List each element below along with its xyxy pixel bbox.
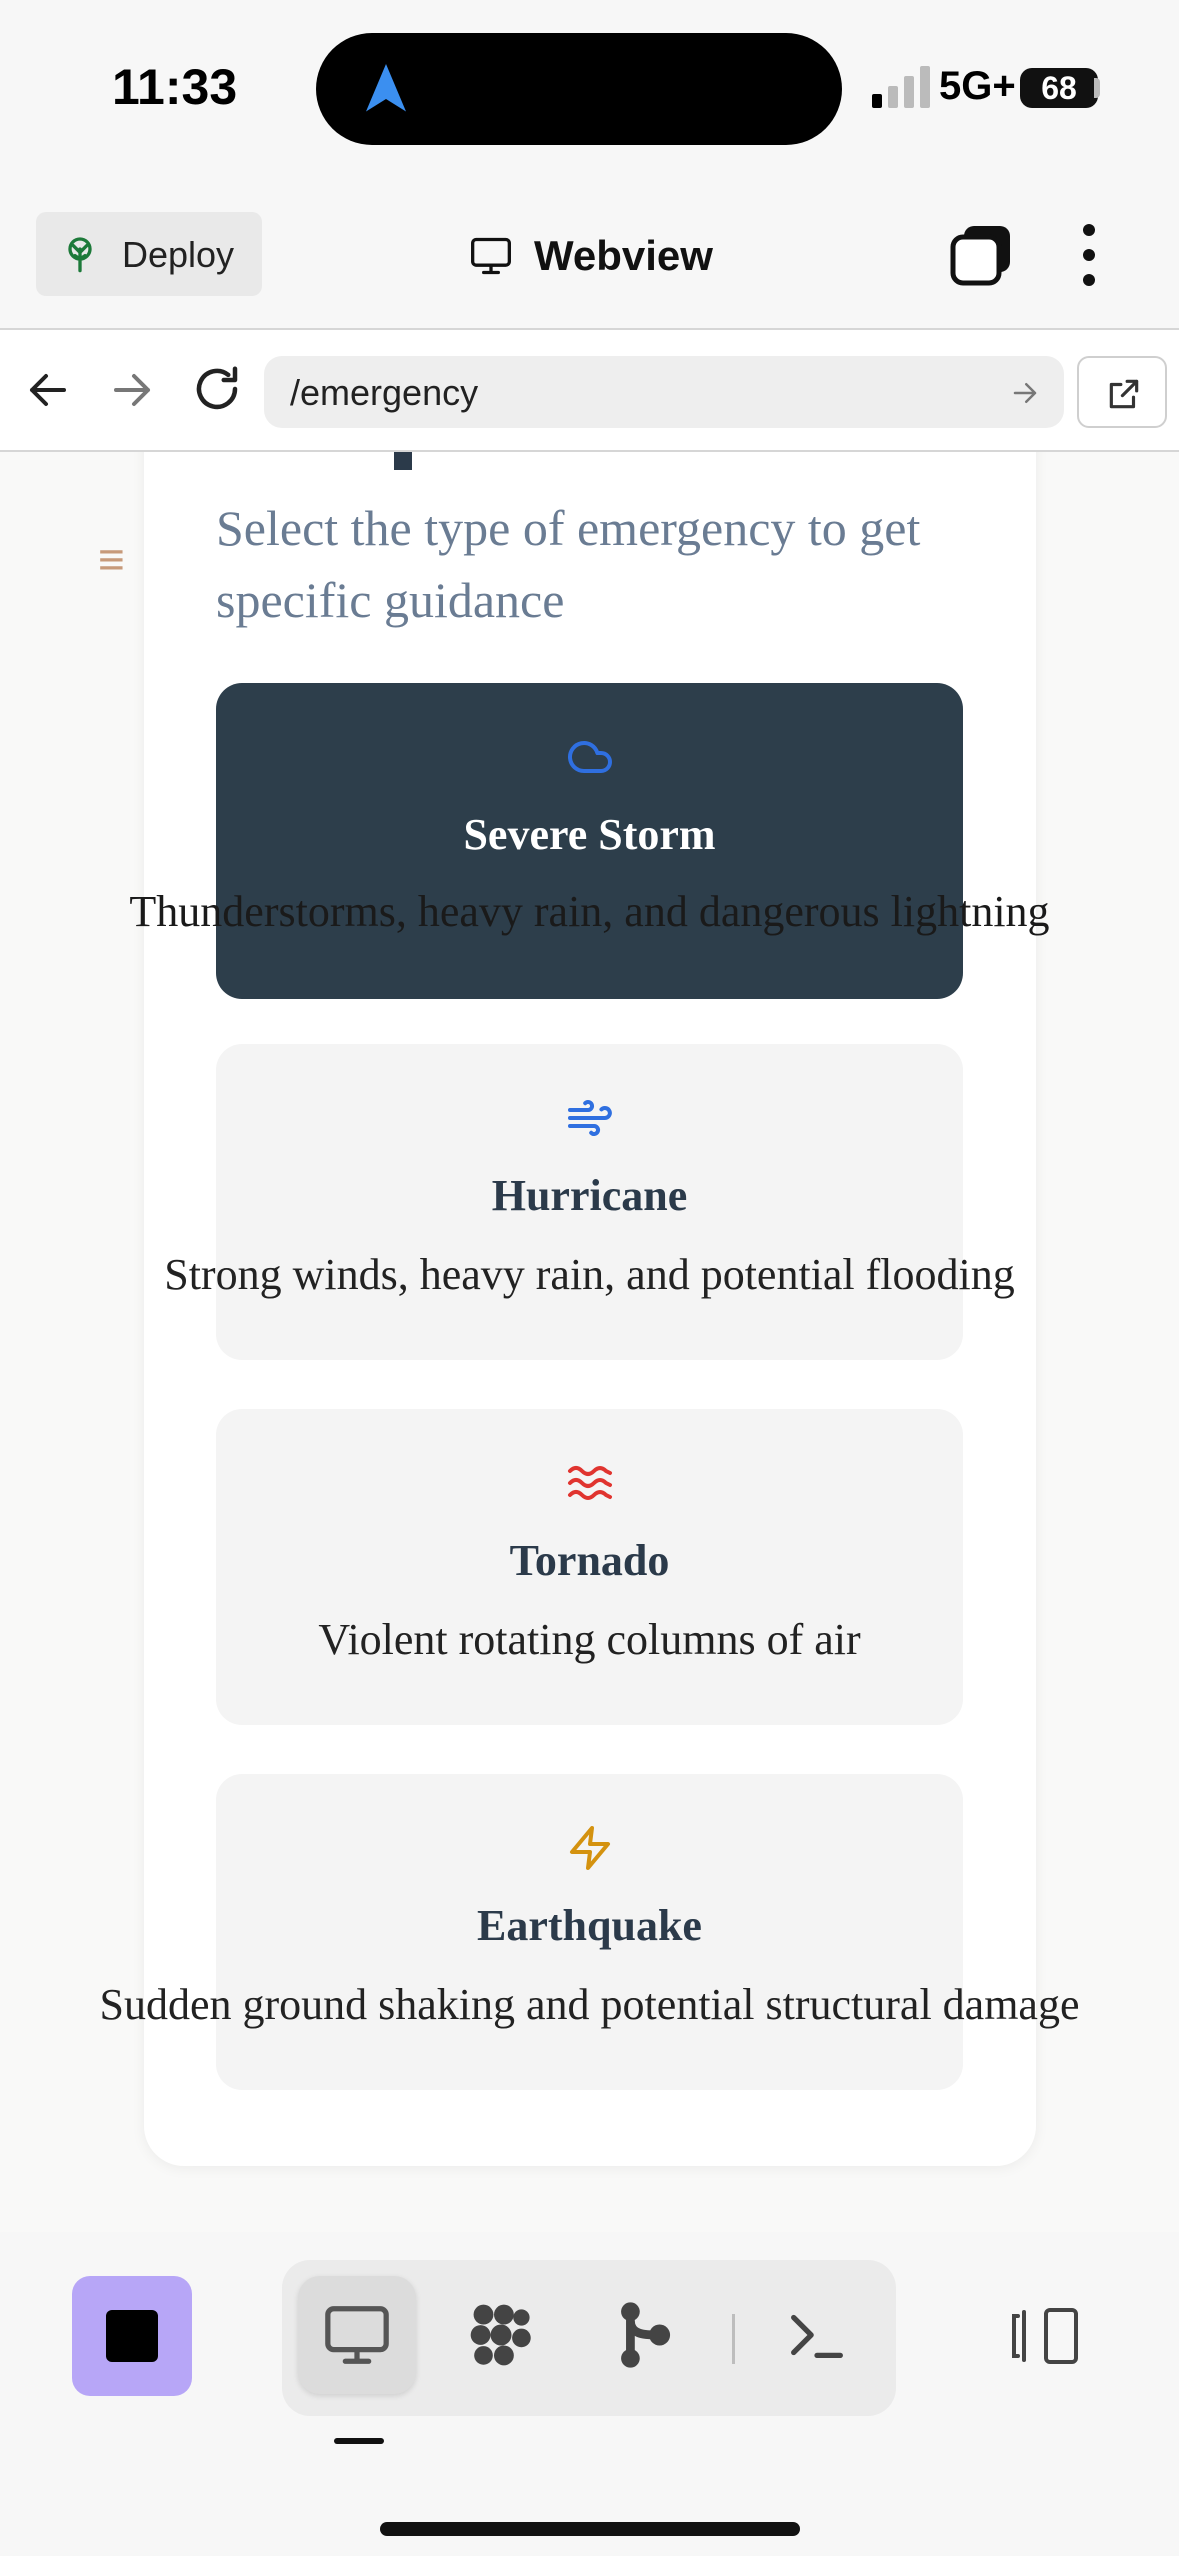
active-tab-indicator — [334, 2438, 384, 2444]
tabs-icon[interactable] — [950, 224, 1012, 286]
side-panel-icon[interactable] — [1010, 2306, 1080, 2366]
option-title: Severe Storm — [463, 810, 716, 859]
option-description: Thunderstorms, heavy rain, and dangerous… — [129, 887, 1050, 936]
web-content: ≡ Select the type of emergency to get sp… — [0, 452, 1179, 2232]
monitor-icon — [325, 2306, 389, 2364]
go-arrow-icon[interactable] — [1010, 378, 1040, 408]
location-arrow-icon — [366, 64, 406, 112]
git-tool-button[interactable] — [586, 2276, 704, 2394]
zap-icon — [570, 1826, 610, 1870]
network-label: 5G+ — [939, 64, 1016, 108]
terminal-icon — [791, 2314, 843, 2359]
webview-tool-button[interactable] — [298, 2276, 416, 2394]
open-external-button[interactable] — [1077, 356, 1167, 428]
option-description: Violent rotating columns of air — [318, 1615, 861, 1664]
shell-tool-button[interactable] — [758, 2276, 876, 2394]
page-subtitle: Select the type of emergency to get spec… — [216, 500, 921, 628]
dynamic-island — [316, 33, 842, 145]
battery-tip — [1094, 78, 1100, 98]
url-field[interactable]: /emergency — [264, 356, 1064, 428]
forward-arrow-icon[interactable] — [108, 366, 156, 414]
deploy-tree-icon — [68, 237, 92, 273]
option-description: Strong winds, heavy rain, and potential … — [164, 1250, 1015, 1299]
more-vertical-icon[interactable] — [1072, 222, 1106, 288]
url-bar: /emergency — [0, 332, 1179, 452]
home-indicator — [380, 2522, 800, 2536]
git-branch-icon — [621, 2302, 671, 2368]
bottom-toolbar — [0, 2232, 1179, 2556]
waves-icon — [568, 1466, 612, 1500]
menu-icon[interactable]: ≡ — [98, 536, 125, 582]
option-title: Hurricane — [491, 1171, 688, 1220]
deploy-button[interactable]: Deploy — [36, 212, 262, 296]
back-arrow-icon[interactable] — [24, 366, 72, 414]
webview-title[interactable]: Webview — [468, 228, 713, 284]
option-title: Tornado — [509, 1536, 670, 1585]
status-time: 11:33 — [112, 59, 238, 115]
page-title-fragment — [394, 452, 412, 470]
deploy-label: Deploy — [122, 234, 235, 275]
signal-icon — [872, 66, 930, 108]
option-tornado[interactable]: Tornado — [216, 1409, 963, 1725]
webview-label: Webview — [534, 232, 713, 279]
option-description: Sudden ground shaking and potential stru… — [99, 1980, 1080, 2029]
grid-blob-icon — [470, 2304, 531, 2366]
url-text: /emergency — [290, 372, 479, 413]
external-link-icon — [1109, 379, 1139, 409]
battery-icon: 68 — [1020, 68, 1098, 108]
option-earthquake[interactable]: Earthquake — [216, 1774, 963, 2090]
option-hurricane[interactable]: Hurricane — [216, 1044, 963, 1360]
tool-divider — [732, 2314, 735, 2364]
workspace-tool-button[interactable] — [442, 2276, 560, 2394]
monitor-icon — [471, 237, 511, 275]
wind-icon — [568, 1100, 612, 1136]
tool-group — [282, 2260, 896, 2416]
reload-icon[interactable] — [190, 362, 244, 416]
app-bar: Deploy Webview — [0, 180, 1179, 330]
stop-button[interactable] — [72, 2276, 192, 2396]
option-title: Earthquake — [477, 1901, 702, 1950]
cloud-icon — [567, 741, 612, 773]
option-severe-storm[interactable]: Severe Storm — [216, 683, 963, 999]
status-bar: 11:33 5G+ 68 — [0, 0, 1179, 180]
